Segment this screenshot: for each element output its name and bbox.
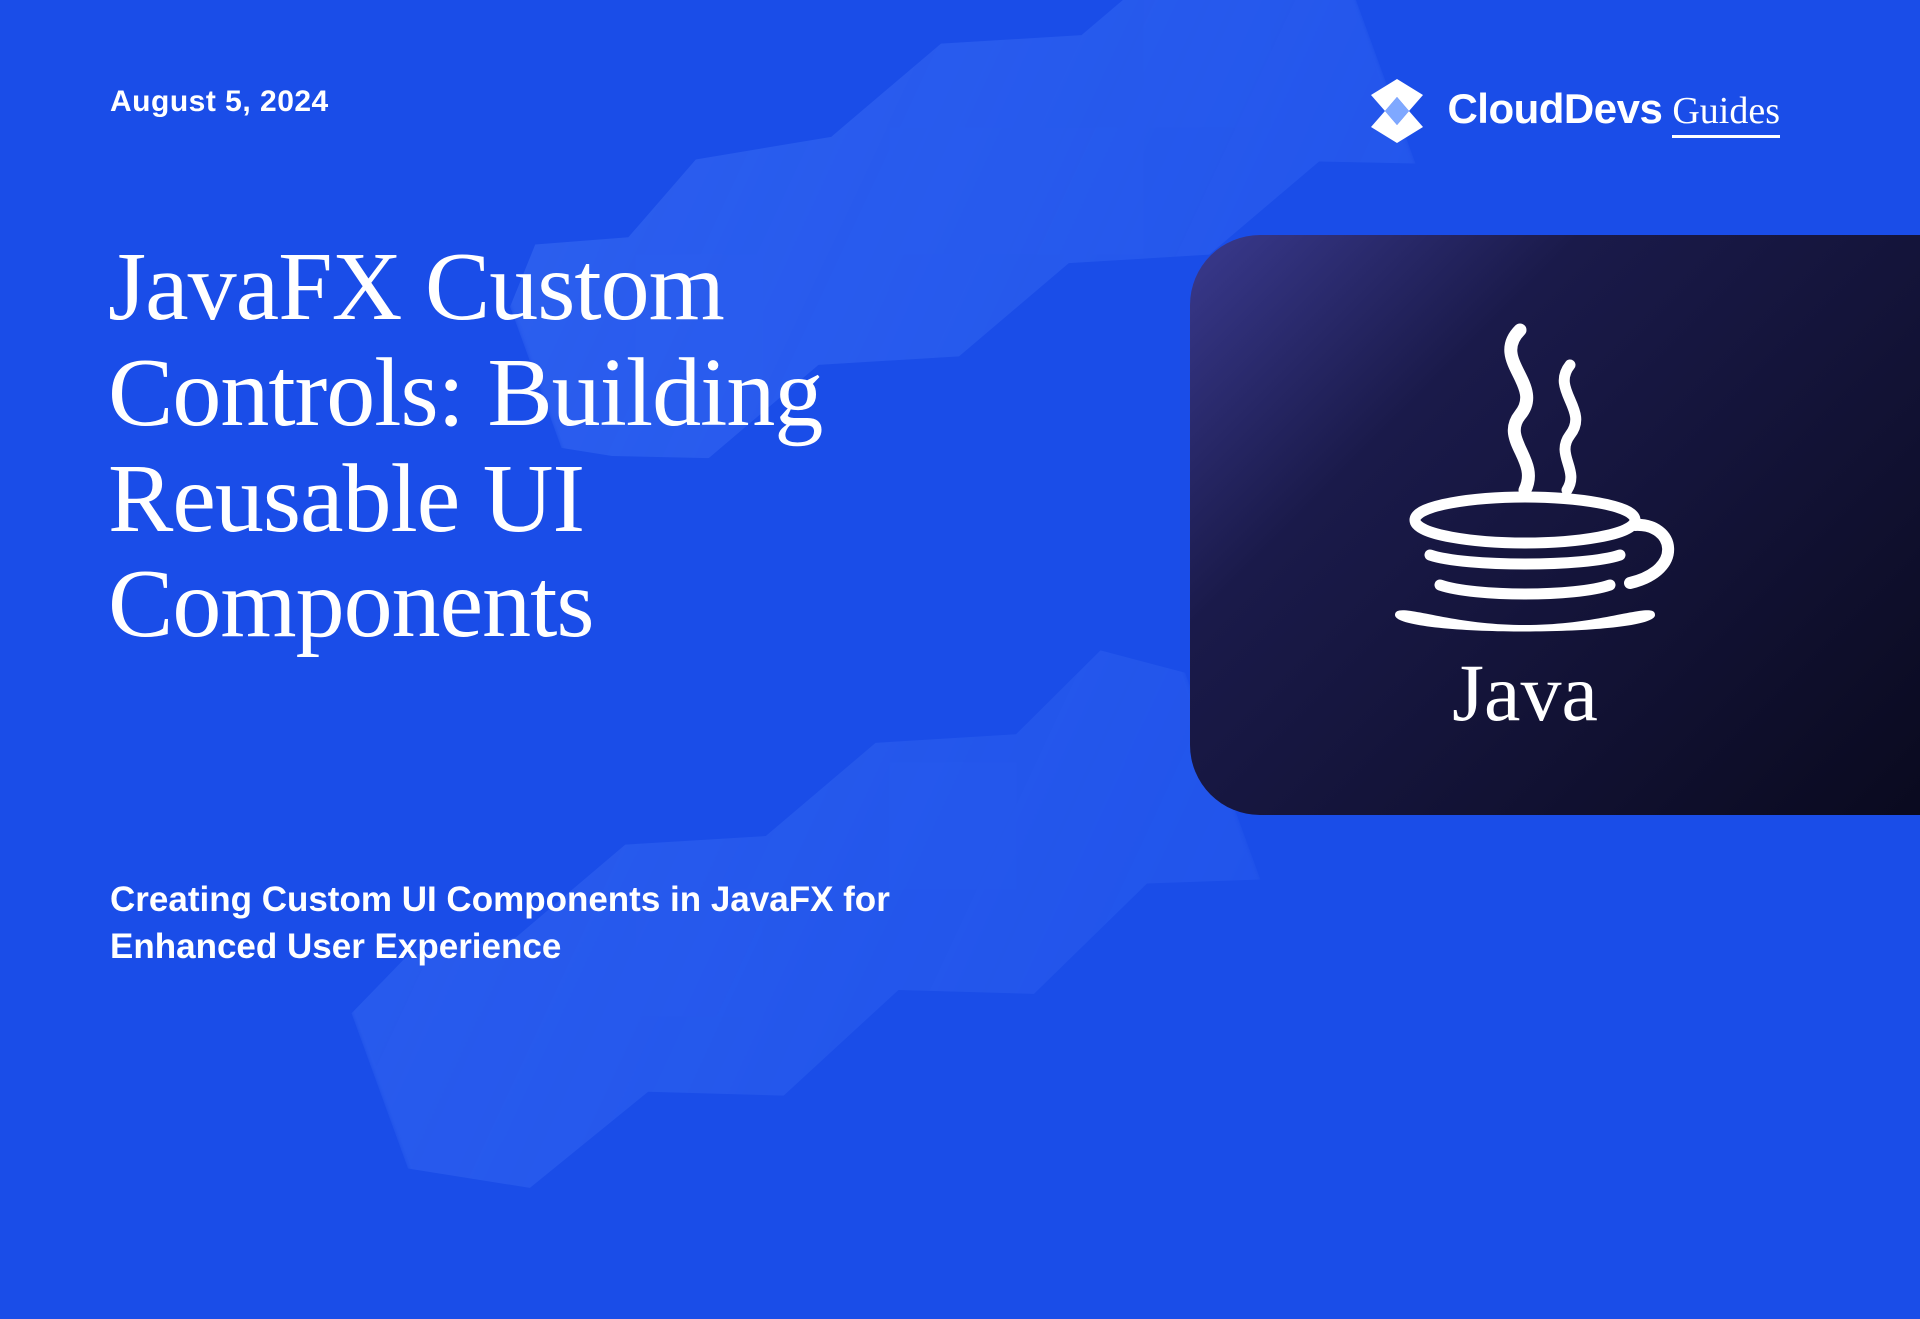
clouddevs-icon [1361,75,1433,147]
brand-name: CloudDevs [1447,85,1662,133]
brand-text: CloudDevs Guides [1447,85,1780,138]
brand-suffix: Guides [1672,89,1780,138]
brand-logo: CloudDevs Guides [1361,75,1780,147]
java-logo-icon: Java [1345,315,1705,735]
feature-card: Java [1190,235,1920,815]
slide-title: JavaFX Custom Controls: Building Reusabl… [108,235,1028,658]
publish-date: August 5, 2024 [110,85,329,119]
java-wordmark: Java [1452,647,1598,735]
slide-container: August 5, 2024 CloudDevs Guides JavaFX C… [0,0,1920,1080]
slide-subtitle: Creating Custom UI Components in JavaFX … [110,876,990,971]
feature-card-content: Java [1345,315,1705,735]
